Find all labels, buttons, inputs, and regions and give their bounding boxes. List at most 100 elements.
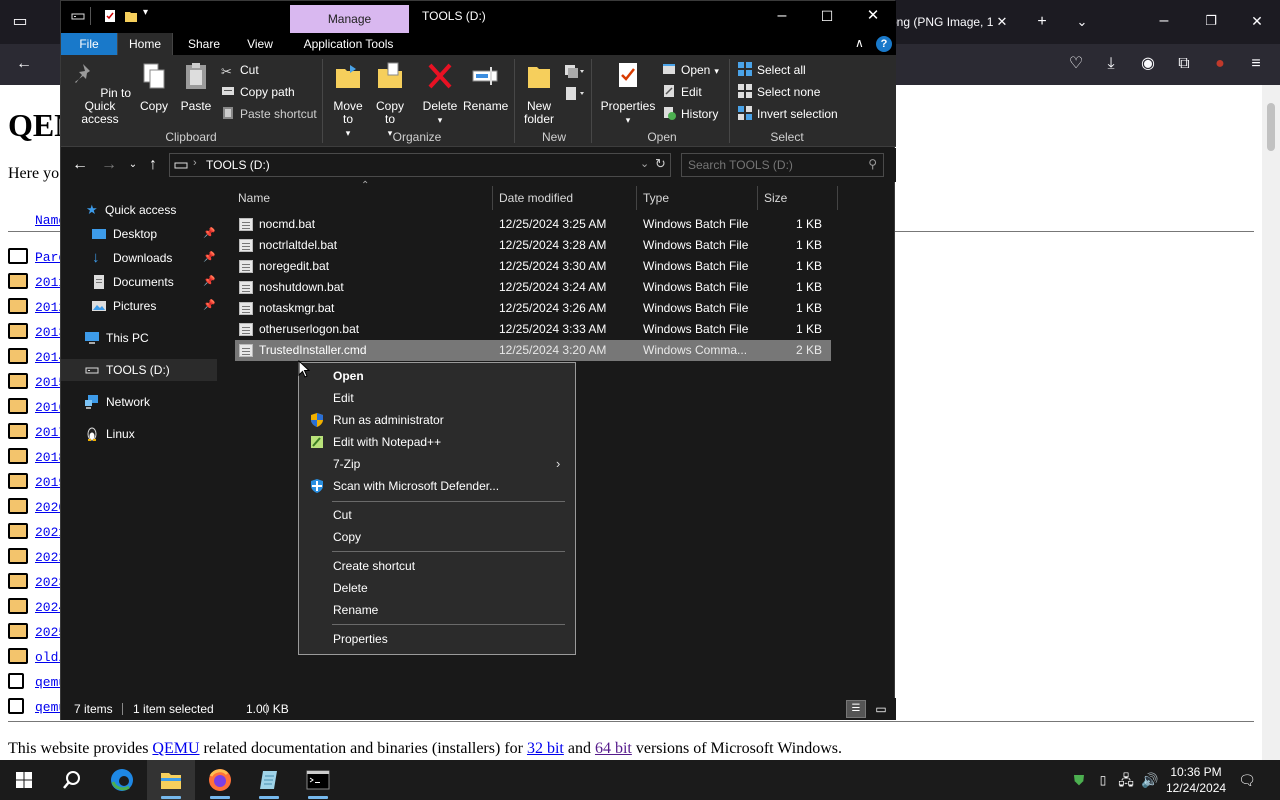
close-window-icon[interactable]: ✕ — [1245, 11, 1269, 31]
paste-shortcut-button[interactable]: Paste shortcut — [221, 104, 317, 124]
menu-item-cut[interactable]: Cut — [300, 504, 574, 526]
help-icon[interactable]: ? — [876, 36, 892, 52]
collapse-ribbon-icon[interactable]: ∧ — [855, 36, 864, 50]
start-button[interactable] — [0, 760, 48, 800]
menu-item-open[interactable]: Open — [300, 365, 574, 387]
large-icons-view-icon[interactable]: ▭ — [871, 700, 891, 718]
search-input[interactable] — [688, 157, 858, 173]
nav-linux[interactable]: Linux — [61, 423, 217, 445]
refresh-icon[interactable]: ↻ — [655, 156, 666, 172]
menu-item-properties[interactable]: Properties — [300, 628, 574, 650]
menu-item-copy[interactable]: Copy — [300, 526, 574, 548]
select-all-button[interactable]: Select all — [738, 60, 806, 80]
column-name-header[interactable]: Name — [238, 186, 488, 210]
file-row[interactable]: noctrlaltdel.bat 12/25/2024 3:28 AM Window… — [235, 235, 831, 256]
search-icon[interactable]: ⚲ — [868, 157, 877, 171]
file-row[interactable]: notaskmgr.bat 12/25/2024 3:26 AM Windows B… — [235, 298, 831, 319]
back-icon[interactable]: ← — [70, 155, 90, 175]
close-tab-icon[interactable]: ✕ — [990, 12, 1014, 32]
copy-to-button[interactable]: Copy to ▾ — [371, 61, 409, 140]
search-box[interactable]: ⚲ — [681, 153, 884, 177]
tab-application-tools[interactable]: Application Tools — [291, 33, 406, 55]
rename-button[interactable]: Rename — [463, 61, 508, 113]
tab-share[interactable]: Share — [177, 33, 231, 55]
nav-network[interactable]: Network — [61, 391, 217, 413]
menu-item-run-as-admin[interactable]: Run as administrator — [300, 409, 574, 431]
paste-button[interactable]: Paste — [177, 61, 215, 113]
menu-item-edit[interactable]: Edit — [300, 387, 574, 409]
file-row[interactable]: noshutdown.bat 12/25/2024 3:24 AM Windows … — [235, 277, 831, 298]
scrollbar-thumb[interactable] — [1267, 103, 1275, 151]
file-row[interactable]: noregedit.bat 12/25/2024 3:30 AM Windows B… — [235, 256, 831, 277]
invert-selection-button[interactable]: Invert selection — [738, 104, 838, 124]
new-tab-icon[interactable]: + — [1030, 12, 1054, 32]
title-bar[interactable]: ▾ Manage TOOLS (D:) – ☐ ✕ — [61, 1, 896, 33]
move-to-button[interactable]: Move to ▾ — [329, 61, 367, 140]
nav-quick-access[interactable]: ★ Quick access — [61, 199, 217, 221]
volume-icon[interactable]: 🔊 — [1141, 771, 1159, 789]
chevron-down-icon[interactable]: ⌄ — [640, 157, 649, 170]
nav-this-pc[interactable]: This PC — [61, 327, 217, 349]
restore-icon[interactable]: ❐ — [1199, 11, 1223, 31]
defender-tray-icon[interactable]: ⛊ — [1070, 771, 1088, 789]
menu-item-7zip[interactable]: 7-Zip › — [300, 453, 574, 475]
delete-button[interactable]: Delete ▾ — [419, 61, 461, 127]
download-icon[interactable]: ⤓ — [1099, 54, 1123, 74]
column-separator[interactable] — [757, 186, 758, 210]
up-icon[interactable]: ↑ — [143, 155, 163, 175]
menu-item-create-shortcut[interactable]: Create shortcut — [300, 555, 574, 577]
tab-view[interactable]: View — [237, 33, 283, 55]
usb-tray-icon[interactable]: ▯ — [1094, 771, 1112, 789]
new-folder-button[interactable]: New folder — [521, 61, 557, 126]
maximize-icon[interactable]: ☐ — [804, 1, 850, 33]
properties-qat-icon[interactable] — [103, 9, 117, 23]
forward-icon[interactable]: → — [99, 155, 119, 175]
recent-locations-icon[interactable]: ⌄ — [123, 155, 143, 175]
menu-icon[interactable]: ≡ — [1244, 54, 1268, 74]
column-separator[interactable] — [636, 186, 637, 210]
history-button[interactable]: History — [662, 104, 718, 124]
properties-button[interactable]: Properties ▾ — [595, 61, 661, 127]
taskbar-terminal[interactable] — [294, 760, 342, 800]
tab-home[interactable]: Home — [117, 33, 173, 55]
64bit-link[interactable]: 64 bit — [595, 740, 632, 757]
pin-quick-access-button[interactable]: Pin to Quick access — [67, 61, 133, 126]
chevron-down-icon[interactable]: ⌄ — [1070, 12, 1094, 32]
column-size-header[interactable]: Size — [764, 186, 834, 210]
qat-dropdown-icon[interactable]: ▾ — [143, 7, 148, 18]
taskbar-search[interactable] — [48, 760, 96, 800]
menu-item-notepadpp[interactable]: Edit with Notepad++ — [300, 431, 574, 453]
notification-icon[interactable]: 🗨 — [1238, 771, 1256, 789]
nav-tools-drive[interactable]: TOOLS (D:) — [61, 359, 217, 381]
32bit-link[interactable]: 32 bit — [527, 740, 564, 757]
cut-button[interactable]: ✂ Cut — [221, 60, 259, 80]
taskbar-edge[interactable] — [98, 760, 146, 800]
details-view-icon[interactable]: ☰ — [846, 700, 866, 718]
menu-item-delete[interactable]: Delete — [300, 577, 574, 599]
tab-file[interactable]: File — [61, 33, 117, 55]
nav-desktop[interactable]: Desktop 📌 — [61, 223, 217, 245]
extensions-icon[interactable]: ⧉ — [1172, 54, 1196, 74]
taskbar-notepad[interactable] — [245, 760, 293, 800]
qemu-link[interactable]: QEMU — [152, 740, 199, 757]
network-tray-icon[interactable]: 🖧 — [1117, 771, 1135, 789]
nav-downloads[interactable]: ↓ Downloads 📌 — [61, 247, 217, 269]
back-icon[interactable]: ← — [12, 54, 36, 74]
new-item-icon[interactable] — [563, 63, 585, 81]
minimize-icon[interactable]: – — [759, 1, 805, 33]
edit-button[interactable]: Edit — [662, 82, 702, 102]
file-row[interactable]: nocmd.bat 12/25/2024 3:25 AM Windows Batch… — [235, 214, 831, 235]
new-folder-qat-icon[interactable] — [124, 9, 138, 23]
menu-item-rename[interactable]: Rename — [300, 599, 574, 621]
column-separator[interactable] — [492, 186, 493, 210]
nav-documents[interactable]: Documents 📌 — [61, 271, 217, 293]
column-separator[interactable] — [837, 186, 838, 210]
menu-item-defender[interactable]: Scan with Microsoft Defender... — [300, 475, 574, 497]
close-icon[interactable]: ✕ — [850, 1, 896, 33]
easy-access-icon[interactable] — [563, 85, 585, 103]
copy-path-button[interactable]: Copy path — [221, 82, 295, 102]
address-bar[interactable]: › TOOLS (D:) ⌄ ↻ — [169, 153, 671, 177]
nav-pictures[interactable]: Pictures 📌 — [61, 295, 217, 317]
taskbar-file-explorer[interactable] — [147, 760, 195, 800]
tab-list-icon[interactable]: ▭ — [8, 12, 32, 32]
